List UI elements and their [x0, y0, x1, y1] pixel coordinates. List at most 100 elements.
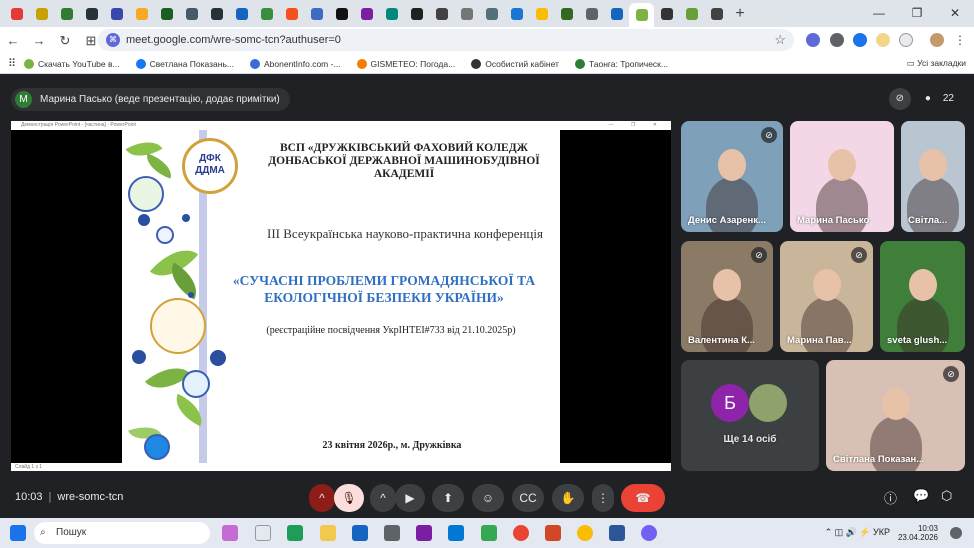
mic-off-icon[interactable]: 🎙 — [334, 484, 364, 512]
address-bar[interactable]: ⌘ meet.google.com/wre-somc-tcn?authuser=… — [98, 29, 794, 51]
participant-tile[interactable]: ⊘ Світлана Показан... — [826, 360, 965, 471]
browser-tab[interactable] — [529, 4, 554, 24]
emoji-icon[interactable]: ☺ — [472, 484, 504, 512]
windows-start-icon[interactable] — [10, 525, 26, 541]
reload-icon[interactable]: ↻ — [52, 33, 78, 49]
browser-tab[interactable] — [129, 4, 154, 24]
close-window-icon[interactable]: ✕ — [936, 0, 974, 27]
extension-icon-3[interactable] — [853, 33, 867, 47]
browser-tab[interactable] — [279, 4, 304, 24]
raise-hand-icon[interactable]: ✋ — [552, 484, 584, 512]
participant-tile[interactable]: ⊘ Марина Пав... — [780, 241, 873, 352]
browser-tab[interactable] — [679, 4, 704, 24]
edge-icon[interactable] — [287, 525, 303, 541]
browser-tab[interactable] — [304, 4, 329, 24]
forward-icon[interactable]: → — [26, 33, 52, 48]
camera-options-chevron-icon[interactable]: ^ — [370, 484, 396, 512]
taskbar-search[interactable]: ⌕ Пошук — [34, 522, 210, 544]
viber-icon[interactable] — [641, 525, 657, 541]
browser-tab[interactable] — [604, 4, 629, 24]
more-options-icon[interactable]: ⋮ — [592, 484, 614, 512]
profile-avatar[interactable] — [930, 33, 944, 47]
photos-icon[interactable] — [416, 525, 432, 541]
bookmark-item[interactable]: GISMETEO: Погода... — [356, 58, 455, 69]
pen-extension-icon[interactable] — [806, 33, 820, 47]
participant-tile[interactable]: ⊘ Денис Азаренк... — [681, 121, 783, 232]
browser-tab[interactable] — [79, 4, 104, 24]
browser-tab[interactable] — [354, 4, 379, 24]
chrome-icon[interactable] — [513, 525, 529, 541]
bookmark-item[interactable]: AbonentInfo.com -... — [250, 58, 341, 69]
leave-call-icon[interactable]: ☎ — [621, 484, 665, 512]
site-info-icon[interactable]: ⌘ — [106, 33, 120, 47]
new-tab-icon[interactable]: + — [729, 5, 751, 23]
minimize-icon[interactable]: — — [860, 0, 898, 27]
browser-tab[interactable] — [704, 4, 729, 24]
browser-tab[interactable] — [404, 4, 429, 24]
chat-icon[interactable]: 💬 — [913, 488, 929, 504]
bookmark-star-icon[interactable]: ☆ — [774, 32, 786, 48]
bookmark-item[interactable]: Скачать YouTube в... — [24, 58, 120, 69]
all-bookmarks-folder[interactable]: ▭ Усі закладки — [907, 58, 966, 69]
tab-favicon-icon — [485, 7, 498, 20]
notifications-icon[interactable] — [950, 527, 962, 539]
browser-tab[interactable] — [4, 4, 29, 24]
participant-tile[interactable]: sveta glush... — [880, 241, 965, 352]
meeting-info-icon[interactable]: ⓘ — [884, 488, 897, 507]
browser-tab[interactable] — [654, 4, 679, 24]
mail-icon[interactable] — [352, 525, 368, 541]
system-clock[interactable]: 10:03 23.04.2026 — [898, 524, 938, 542]
bookmark-item[interactable]: Светлана Показань... — [135, 58, 234, 69]
mic-options-chevron-icon[interactable]: ^ — [309, 484, 335, 512]
chrome-active-icon[interactable] — [577, 525, 593, 541]
browser-tab[interactable] — [54, 4, 79, 24]
apps-grid-icon[interactable]: ⠿ — [0, 57, 24, 70]
participant-tile[interactable]: ⊘ Валентина К... — [681, 241, 773, 352]
word-icon[interactable] — [609, 525, 625, 541]
captions-icon[interactable]: CC — [512, 484, 544, 512]
maps-icon[interactable] — [481, 525, 497, 541]
store-icon[interactable] — [448, 525, 464, 541]
browser-tab[interactable] — [429, 4, 454, 24]
browser-tab[interactable] — [629, 3, 654, 27]
globe-badge — [144, 434, 170, 460]
browser-tab[interactable] — [229, 4, 254, 24]
browser-tab[interactable] — [179, 4, 204, 24]
browser-tab[interactable] — [104, 4, 129, 24]
presenter-chip[interactable]: М Марина Пасько (веде презентацію, додає… — [11, 88, 290, 111]
participant-tile[interactable]: Б Ще 14 осіб — [681, 360, 819, 471]
back-icon[interactable]: ← — [0, 33, 26, 48]
participant-tile[interactable]: Світла... — [901, 121, 965, 232]
browser-tab[interactable] — [579, 4, 604, 24]
browser-tab[interactable] — [379, 4, 404, 24]
copilot-icon[interactable] — [222, 525, 238, 541]
system-tray-icons[interactable]: ⌃ ◫ 🔊 ⚡ УКР — [825, 527, 890, 538]
file-explorer-icon[interactable] — [320, 525, 336, 541]
browser-tab[interactable] — [554, 4, 579, 24]
puzzle-icon[interactable] — [899, 33, 913, 47]
participant-tile[interactable]: Марина Пасько — [790, 121, 894, 232]
browser-tab[interactable] — [154, 4, 179, 24]
activities-icon[interactable]: ⬡ — [941, 488, 952, 504]
browser-tab[interactable] — [329, 4, 354, 24]
language-indicator[interactable]: УКР — [873, 527, 890, 537]
browser-tab[interactable] — [479, 4, 504, 24]
camera-icon[interactable]: ▶ — [395, 484, 425, 512]
task-view-icon[interactable] — [255, 525, 271, 541]
present-screen-icon[interactable]: ⬆ — [432, 484, 464, 512]
browser-tab[interactable] — [454, 4, 479, 24]
extension-icon-2[interactable] — [830, 33, 844, 47]
people-icon[interactable]: ● — [917, 88, 939, 110]
browser-tab[interactable] — [204, 4, 229, 24]
bookmark-item[interactable]: Таонга: Тропическ... — [574, 58, 668, 69]
browser-tab[interactable] — [504, 4, 529, 24]
captions-off-icon[interactable]: ⊘ — [888, 88, 911, 110]
maximize-icon[interactable]: ❐ — [898, 0, 936, 27]
bookmark-item[interactable]: Особистий кабінет — [471, 58, 559, 69]
settings-icon[interactable] — [384, 525, 400, 541]
menu-dots-icon[interactable]: ⋮ — [953, 33, 967, 47]
powerpoint-icon[interactable] — [545, 525, 561, 541]
browser-tab[interactable] — [254, 4, 279, 24]
browser-tab[interactable] — [29, 4, 54, 24]
extension-icon-4[interactable] — [876, 33, 890, 47]
